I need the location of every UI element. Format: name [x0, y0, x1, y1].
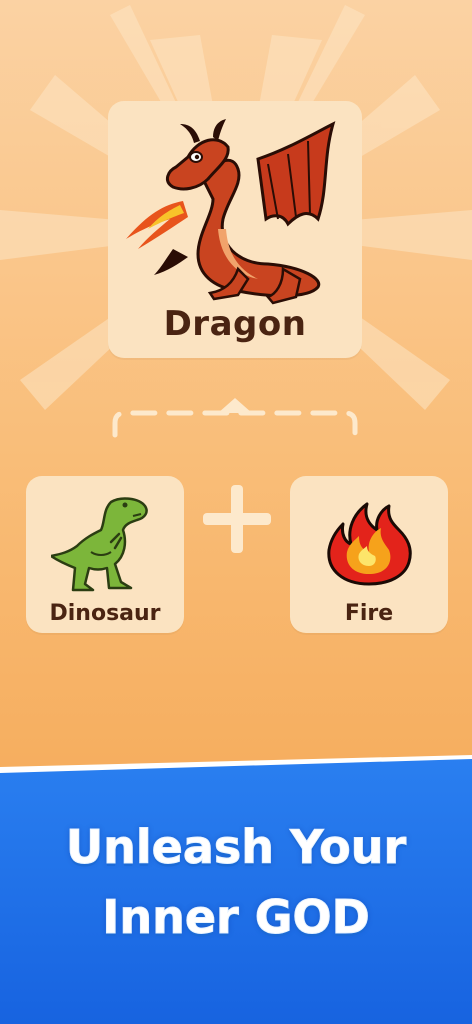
ingredient-label-dinosaur: Dinosaur: [49, 601, 161, 626]
headline-line-1: Unleash Your: [65, 820, 407, 875]
result-card-dragon[interactable]: Dragon: [108, 101, 362, 358]
fire-icon: [327, 502, 412, 586]
plus-icon: [203, 485, 271, 553]
headline: Unleash Your Inner GOD: [0, 812, 472, 952]
dragon-icon: [126, 119, 336, 305]
ingredient-label-fire: Fire: [344, 601, 394, 626]
dinosaur-icon: [51, 497, 148, 592]
headline-line-2: Inner GOD: [102, 890, 371, 945]
ingredient-card-dinosaur[interactable]: Dinosaur: [26, 476, 184, 633]
result-label: Dragon: [163, 304, 307, 344]
combine-bracket: [112, 398, 358, 438]
ingredient-card-fire[interactable]: Fire: [290, 476, 448, 633]
